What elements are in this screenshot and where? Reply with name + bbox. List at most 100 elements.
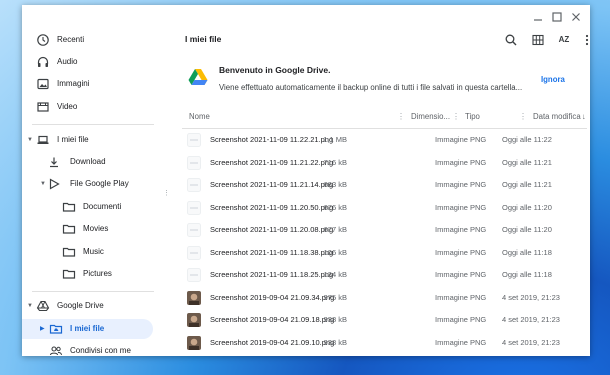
sidebar-item-google-play-files[interactable]: ▼ File Google Play — [22, 174, 158, 194]
file-row[interactable]: Screenshot 2021-11-09 11.20.08.png 677 kB… — [182, 219, 587, 242]
column-header-name[interactable]: Nome — [189, 109, 210, 125]
file-size: 106 kB — [323, 247, 347, 257]
sort-button[interactable]: AZ — [557, 33, 571, 47]
sidebar-item-label: Immagini — [57, 79, 90, 88]
file-name: Screenshot 2019-09-04 21.09.34.png — [210, 292, 335, 302]
file-size: 134 kB — [323, 270, 347, 279]
column-header-type[interactable]: Tipo — [465, 109, 480, 125]
image-thumbnail-icon — [187, 133, 201, 147]
more-vert-icon — [585, 34, 589, 46]
file-size: 677 kB — [323, 225, 347, 234]
laptop-icon — [37, 135, 49, 144]
file-row[interactable]: Screenshot 2021-11-09 11.21.14.png 683 kB… — [182, 174, 587, 197]
file-name: Screenshot 2021-11-09 11.22.21.png — [210, 135, 334, 144]
image-icon — [37, 78, 49, 90]
image-thumbnail-icon — [187, 245, 201, 260]
sidebar-item-documenti[interactable]: Documenti — [22, 197, 158, 217]
file-date: Oggi alle 11:20 — [502, 225, 552, 234]
main-panel: I miei file AZ Benvenuto in Google Drive… — [177, 5, 590, 356]
sidebar-item-drive-my-files[interactable]: ▶ I miei file — [22, 319, 153, 339]
image-thumbnail-icon — [187, 200, 201, 215]
sidebar-item-label: Recenti — [57, 35, 85, 44]
file-date: Oggi alle 11:18 — [502, 247, 552, 257]
column-resize-handle[interactable]: ⋮ — [397, 109, 405, 125]
sidebar-divider — [32, 124, 154, 125]
sidebar-item-label: Movies — [83, 224, 109, 233]
file-row[interactable]: Screenshot 2021-11-09 11.18.38.png 106 kB… — [182, 242, 587, 265]
sidebar: Recenti Audio Immagini Video ▼ I miei fi… — [22, 5, 162, 356]
file-row[interactable]: Screenshot 2019-09-04 21.09.18.png 938 kB… — [182, 309, 587, 332]
sidebar-item-audio[interactable]: Audio — [22, 52, 158, 72]
grid-view-button[interactable] — [531, 33, 545, 47]
expand-arrow-icon[interactable]: ▼ — [27, 296, 33, 316]
search-button[interactable] — [504, 33, 518, 47]
sidebar-item-download[interactable]: Download — [22, 152, 158, 172]
sidebar-item-recent[interactable]: Recenti — [22, 30, 158, 50]
people-icon — [49, 346, 62, 356]
file-row[interactable]: Screenshot 2021-11-09 11.20.50.png 676 kB… — [182, 197, 587, 220]
sidebar-item-label: Google Drive — [57, 301, 104, 310]
folder-icon — [62, 224, 76, 234]
sidebar-item-shared-with-me[interactable]: Condivisi con me — [22, 341, 158, 356]
file-date: Oggi alle 11:21 — [502, 180, 552, 189]
sidebar-item-label: Video — [57, 102, 78, 111]
file-row[interactable]: Screenshot 2021-11-09 11.18.25.png 134 kB… — [182, 264, 587, 287]
google-drive-logo-icon — [188, 69, 208, 85]
column-header-date[interactable]: Data modifica — [533, 109, 581, 125]
file-size: 975 kB — [323, 292, 347, 302]
dismiss-button[interactable]: Ignora — [541, 75, 565, 84]
expand-arrow-icon[interactable]: ▶ — [40, 319, 45, 339]
photo-thumbnail-icon — [187, 290, 201, 305]
file-row[interactable]: Screenshot 2021-11-09 11.22.21.png 1,1 MB… — [182, 129, 587, 152]
column-resize-handle[interactable]: ⋮ — [452, 109, 460, 125]
file-size: 938 kB — [323, 315, 347, 324]
file-type: Immagine PNG — [435, 180, 487, 189]
sidebar-item-my-files[interactable]: ▼ I miei file — [22, 130, 158, 150]
sort-arrow-icon[interactable]: ↓ — [582, 109, 586, 125]
file-type: Immagine PNG — [435, 225, 487, 234]
sidebar-item-label: Condivisi con me — [70, 346, 131, 355]
file-date: Oggi alle 11:22 — [502, 135, 552, 144]
sidebar-resize-handle[interactable]: ⋮ — [163, 189, 170, 199]
file-size: 938 kB — [323, 337, 347, 347]
image-thumbnail-icon — [187, 155, 201, 170]
drive-welcome-banner: Benvenuto in Google Drive. Viene effettu… — [182, 60, 582, 100]
file-type: Immagine PNG — [435, 135, 487, 144]
file-row[interactable]: Screenshot 2021-11-09 11.21.22.png 716 kB… — [182, 152, 587, 175]
file-name: Screenshot 2021-11-09 11.21.22.png — [210, 157, 334, 167]
download-icon — [50, 157, 58, 168]
sidebar-item-music[interactable]: Music — [22, 242, 158, 262]
file-name: Screenshot 2021-11-09 11.18.38.png — [210, 247, 334, 257]
file-date: 4 set 2019, 21:23 — [502, 337, 560, 347]
banner-title: Benvenuto in Google Drive. — [219, 65, 331, 75]
files-app-window: Recenti Audio Immagini Video ▼ I miei fi… — [22, 5, 590, 356]
sidebar-item-label: I miei file — [70, 324, 105, 333]
sidebar-item-video[interactable]: Video — [22, 97, 158, 117]
column-header-size[interactable]: Dimensio... — [411, 109, 450, 125]
sidebar-item-label: Pictures — [83, 269, 112, 278]
file-name: Screenshot 2021-11-09 11.18.25.png — [210, 270, 334, 279]
expand-arrow-icon[interactable]: ▼ — [27, 130, 33, 150]
more-options-button[interactable] — [584, 33, 590, 47]
file-row[interactable]: Screenshot 2019-09-04 21.09.34.png 975 kB… — [182, 287, 587, 310]
folder-icon — [62, 269, 76, 279]
file-type: Immagine PNG — [435, 292, 487, 302]
sidebar-item-google-drive[interactable]: ▼ Google Drive — [22, 296, 158, 316]
file-size: 676 kB — [323, 202, 347, 212]
column-resize-handle[interactable]: ⋮ — [519, 109, 527, 125]
file-date: 4 set 2019, 21:23 — [502, 315, 560, 324]
sidebar-item-pictures[interactable]: Pictures — [22, 264, 158, 284]
file-date: Oggi alle 11:18 — [502, 270, 552, 279]
sidebar-item-images[interactable]: Immagini — [22, 74, 158, 94]
file-type: Immagine PNG — [435, 202, 487, 212]
file-name: Screenshot 2021-11-09 11.21.14.png — [210, 180, 334, 189]
play-icon — [49, 178, 60, 190]
sidebar-item-movies[interactable]: Movies — [22, 219, 158, 239]
file-name: Screenshot 2019-09-04 21.09.18.png — [210, 315, 335, 324]
expand-arrow-icon[interactable]: ▼ — [40, 174, 46, 194]
photo-thumbnail-icon — [187, 313, 201, 327]
file-row[interactable]: Screenshot 2019-09-04 21.09.10.png 938 kB… — [182, 332, 587, 355]
file-date: Oggi alle 11:21 — [502, 157, 552, 167]
file-size: 1,1 MB — [323, 135, 347, 144]
photo-thumbnail-icon — [187, 335, 201, 350]
